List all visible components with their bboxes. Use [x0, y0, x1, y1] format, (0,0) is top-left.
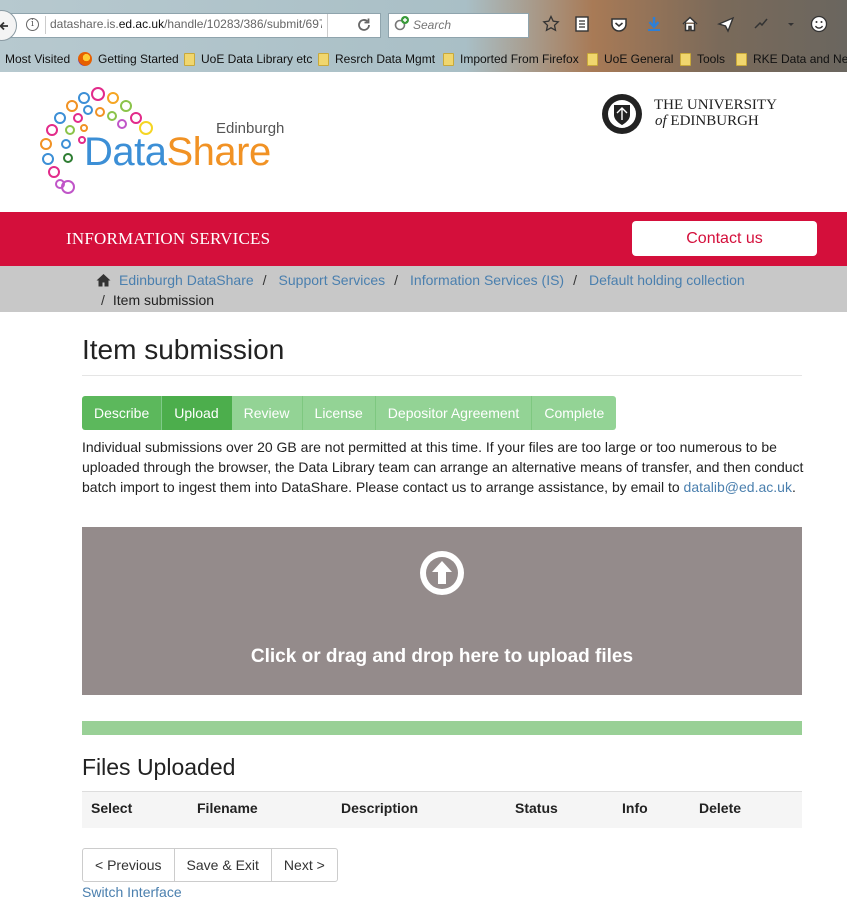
reading-list-icon[interactable] [572, 14, 592, 34]
bookmark-label: RKE Data and New [753, 52, 847, 66]
pocket-icon[interactable] [609, 14, 629, 34]
upload-arrow-icon[interactable] [417, 548, 467, 598]
logo-data-part: Data [84, 130, 167, 174]
bookmark-tools[interactable]: Tools [680, 49, 725, 69]
bookmark-label: UoE Data Library etc [201, 52, 313, 66]
university-crest-icon[interactable] [601, 93, 643, 135]
bookmarks-toolbar: Most Visited Getting Started UoE Data Li… [0, 49, 847, 69]
share-icon[interactable] [716, 14, 736, 34]
breadcrumb-support-services[interactable]: Support Services [279, 272, 386, 288]
bookmark-resrch-data-mgmt[interactable]: Resrch Data Mgmt [318, 49, 435, 69]
bookmark-getting-started[interactable]: Getting Started [78, 49, 179, 69]
step-review: Review [231, 396, 303, 430]
university-name[interactable]: THE UNIVERSITY of EDINBURGH [654, 97, 777, 129]
bookmark-rke-data[interactable]: RKE Data and New [736, 49, 847, 69]
submission-progress-steps: Describe Upload Review License Depositor… [82, 396, 617, 430]
breadcrumb-separator: / [101, 292, 105, 308]
site-info-icon[interactable]: i [26, 18, 39, 31]
upload-instructions: Individual submissions over 20 GB are no… [82, 437, 804, 497]
university-line1: THE UNIVERSITY [654, 97, 777, 113]
upload-progress-fill [82, 721, 802, 735]
folder-icon [318, 52, 329, 66]
breadcrumb-current-line: / Item submission [101, 290, 214, 310]
bookmark-label: UoE General [604, 52, 674, 66]
navigation-buttons: < Previous Save & Exit Next > [82, 848, 338, 882]
logo-datashare-text[interactable]: DataShare [84, 130, 271, 175]
search-input[interactable] [413, 16, 523, 34]
step-describe[interactable]: Describe [82, 396, 163, 430]
home-icon [96, 274, 111, 287]
home-toolbar-icon[interactable] [680, 14, 700, 34]
step-depositor-agreement: Depositor Agreement [375, 396, 533, 430]
bookmark-uoe-general[interactable]: UoE General [587, 49, 673, 69]
url-text[interactable]: datashare.is.ed.ac.uk/handle/10283/386/s… [50, 17, 322, 31]
logo-share-part: Share [166, 130, 272, 174]
datalib-email-link[interactable]: datalib@ed.ac.uk [684, 479, 792, 495]
folder-icon [680, 52, 691, 66]
bookmark-uoe-data-library[interactable]: UoE Data Library etc [184, 49, 312, 69]
bookmark-label: Resrch Data Mgmt [335, 52, 436, 66]
files-table-header [82, 791, 802, 828]
back-arrow-icon [0, 21, 8, 30]
bookmark-imported[interactable]: Imported From Firefox [443, 49, 579, 69]
bookmark-label: Most Visited [5, 52, 71, 66]
breadcrumb-information-services[interactable]: Information Services (IS) [410, 272, 564, 288]
emoji-icon[interactable] [809, 14, 829, 34]
university-of: of [655, 113, 667, 129]
breadcrumb-separator: / [573, 272, 577, 288]
column-description: Description [341, 800, 419, 816]
breadcrumb-separator: / [262, 272, 267, 288]
breadcrumb-edinburgh-datashare[interactable]: Edinburgh DataShare [119, 272, 254, 288]
folder-icon [443, 52, 454, 66]
contact-us-button[interactable]: Contact us [632, 221, 817, 256]
bookmark-most-visited[interactable]: Most Visited [5, 49, 70, 69]
column-filename: Filename [197, 800, 258, 816]
step-upload[interactable]: Upload [162, 396, 232, 430]
university-line2: EDINBURGH [670, 113, 759, 129]
upload-progress-bar [82, 721, 802, 735]
reload-divider [327, 14, 328, 37]
download-icon[interactable] [644, 14, 664, 34]
previous-button[interactable]: < Previous [82, 848, 175, 882]
instructions-end: . [791, 479, 796, 495]
url-divider [45, 16, 46, 34]
next-button[interactable]: Next > [270, 848, 338, 882]
search-engine-icon[interactable] [393, 15, 411, 33]
page-title: Item submission [82, 334, 285, 365]
step-license: License [302, 396, 376, 430]
folder-icon [184, 52, 195, 66]
firefox-icon [78, 52, 92, 66]
save-exit-button[interactable]: Save & Exit [173, 848, 272, 882]
column-info: Info [622, 800, 648, 816]
banner-title[interactable]: INFORMATION SERVICES [66, 229, 270, 249]
folder-icon [736, 52, 747, 66]
switch-interface-link[interactable]: Switch Interface [82, 884, 182, 900]
column-select: Select [91, 800, 133, 816]
reload-icon[interactable] [356, 17, 372, 33]
breadcrumb-separator: / [394, 272, 399, 288]
column-status: Status [515, 800, 558, 816]
menu-chevron-icon[interactable] [781, 14, 801, 34]
files-uploaded-heading: Files Uploaded [82, 754, 236, 780]
breadcrumb-current: Item submission [112, 292, 215, 308]
bookmark-label: Getting Started [98, 52, 179, 66]
column-delete: Delete [699, 800, 742, 816]
breadcrumb-trail: Edinburgh DataShare / Support Services /… [96, 270, 745, 290]
bookmark-label: Tools [697, 52, 726, 66]
step-complete: Complete [532, 396, 617, 430]
bookmark-star-icon[interactable] [541, 14, 561, 34]
folder-icon [587, 52, 598, 66]
breadcrumb-default-holding-collection[interactable]: Default holding collection [589, 272, 745, 288]
dropzone-text[interactable]: Click or drag and drop here to upload fi… [82, 646, 802, 668]
extension-icon[interactable] [751, 14, 771, 34]
title-divider [82, 375, 802, 376]
bookmark-label: Imported From Firefox [460, 52, 579, 66]
